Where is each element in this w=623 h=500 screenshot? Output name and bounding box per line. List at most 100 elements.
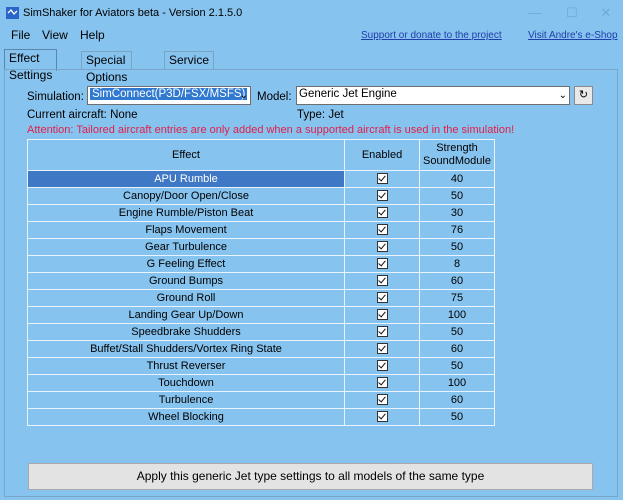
effect-name-cell[interactable]: Speedbrake Shudders	[27, 323, 345, 341]
effect-name-cell[interactable]: Ground Roll	[27, 289, 345, 307]
eshop-link[interactable]: Visit Andre's e-Shop	[528, 30, 618, 41]
enabled-checkbox[interactable]	[376, 326, 388, 337]
enabled-checkbox[interactable]	[376, 360, 388, 371]
menu-file[interactable]: File	[11, 28, 30, 42]
tab-effect-settings[interactable]: Effect Settings	[4, 49, 58, 82]
strength-cell[interactable]: 76	[419, 221, 495, 239]
close-button[interactable]: ✕	[591, 0, 621, 26]
enabled-checkbox[interactable]	[376, 258, 388, 269]
chevron-down-icon: ⌄	[558, 90, 567, 101]
strength-cell[interactable]: 60	[419, 340, 495, 358]
simulation-select[interactable]: SimConnect(P3D/FSX/MSFS) ⌄	[87, 86, 251, 105]
strength-cell[interactable]: 30	[419, 204, 495, 222]
table-row[interactable]: Buffet/Stall Shudders/Vortex Ring State 6…	[27, 340, 495, 358]
title-bar: SimShaker for Aviators beta - Version 2.…	[0, 0, 623, 26]
enabled-cell	[344, 340, 420, 358]
refresh-button[interactable]: ↻	[574, 86, 593, 105]
enabled-cell	[344, 374, 420, 392]
strength-cell[interactable]: 60	[419, 272, 495, 290]
effect-name-cell[interactable]: G Feeling Effect	[27, 255, 345, 273]
apply-to-all-button[interactable]: Apply this generic Jet type settings to …	[28, 463, 593, 490]
strength-cell[interactable]: 100	[419, 374, 495, 392]
strength-cell[interactable]: 50	[419, 408, 495, 426]
table-row[interactable]: Landing Gear Up/Down 100	[27, 306, 495, 324]
enabled-checkbox[interactable]	[376, 411, 388, 422]
strength-cell[interactable]: 50	[419, 187, 495, 205]
model-label: Model:	[257, 91, 292, 103]
strength-cell[interactable]: 50	[419, 238, 495, 256]
strength-cell[interactable]: 50	[419, 323, 495, 341]
enabled-checkbox[interactable]	[376, 173, 388, 184]
table-row[interactable]: Gear Turbulence 50	[27, 238, 495, 256]
menu-view[interactable]: View	[42, 28, 68, 42]
enabled-checkbox[interactable]	[376, 224, 388, 235]
enabled-cell	[344, 238, 420, 256]
effect-name-cell[interactable]: Thrust Reverser	[27, 357, 345, 375]
effects-table: Effect Enabled Strength SoundModule APU …	[27, 139, 495, 426]
strength-cell[interactable]: 75	[419, 289, 495, 307]
table-row[interactable]: Touchdown 100	[27, 374, 495, 392]
enabled-cell	[344, 204, 420, 222]
enabled-checkbox[interactable]	[376, 275, 388, 286]
table-row[interactable]: Ground Bumps 60	[27, 272, 495, 290]
strength-cell[interactable]: 50	[419, 357, 495, 375]
enabled-checkbox[interactable]	[376, 292, 388, 303]
simulation-value: SimConnect(P3D/FSX/MSFS)	[90, 88, 248, 100]
refresh-icon: ↻	[578, 89, 589, 101]
table-row[interactable]: Turbulence 60	[27, 391, 495, 409]
column-effect: Effect	[27, 139, 345, 171]
model-select[interactable]: Generic Jet Engine ⌄	[296, 86, 570, 105]
enabled-checkbox[interactable]	[376, 394, 388, 405]
effect-name-cell[interactable]: Engine Rumble/Piston Beat	[27, 204, 345, 222]
table-row[interactable]: Wheel Blocking 50	[27, 408, 495, 426]
effect-name-cell[interactable]: Gear Turbulence	[27, 238, 345, 256]
table-row[interactable]: Speedbrake Shudders 50	[27, 323, 495, 341]
column-strength-label: Strength SoundModule	[423, 142, 491, 167]
effect-name-cell[interactable]: Ground Bumps	[27, 272, 345, 290]
table-row[interactable]: Thrust Reverser 50	[27, 357, 495, 375]
effect-name-cell[interactable]: Landing Gear Up/Down	[27, 306, 345, 324]
enabled-checkbox[interactable]	[376, 190, 388, 201]
effect-name-cell[interactable]: Canopy/Door Open/Close	[27, 187, 345, 205]
enabled-cell	[344, 255, 420, 273]
table-row[interactable]: APU Rumble 40	[27, 170, 495, 188]
enabled-cell	[344, 391, 420, 409]
effect-name-cell[interactable]: Wheel Blocking	[27, 408, 345, 426]
strength-cell[interactable]: 100	[419, 306, 495, 324]
window-title: SimShaker for Aviators beta - Version 2.…	[23, 7, 243, 19]
enabled-cell	[344, 170, 420, 188]
tab-service[interactable]: Service	[164, 51, 215, 69]
table-header: Effect Enabled Strength SoundModule	[27, 139, 495, 171]
app-icon	[6, 7, 19, 19]
column-enabled: Enabled	[344, 139, 420, 171]
effect-name-cell[interactable]: Buffet/Stall Shudders/Vortex Ring State	[27, 340, 345, 358]
enabled-checkbox[interactable]	[376, 241, 388, 252]
strength-cell[interactable]: 8	[419, 255, 495, 273]
table-row[interactable]: Canopy/Door Open/Close 50	[27, 187, 495, 205]
effect-name-cell[interactable]: Touchdown	[27, 374, 345, 392]
maximize-button[interactable]: ☐	[557, 0, 587, 26]
enabled-cell	[344, 357, 420, 375]
support-link[interactable]: Support or donate to the project	[361, 30, 502, 41]
table-row[interactable]: Ground Roll 75	[27, 289, 495, 307]
effect-name-cell[interactable]: Turbulence	[27, 391, 345, 409]
attention-message: Attention: Tailored aircraft entries are…	[27, 124, 515, 136]
enabled-checkbox[interactable]	[376, 207, 388, 218]
menu-help[interactable]: Help	[80, 28, 105, 42]
enabled-checkbox[interactable]	[376, 343, 388, 354]
enabled-checkbox[interactable]	[376, 309, 388, 320]
enabled-checkbox[interactable]	[376, 377, 388, 388]
enabled-cell	[344, 323, 420, 341]
menu-bar: File View Help Support or donate to the …	[0, 27, 623, 45]
table-row[interactable]: G Feeling Effect 8	[27, 255, 495, 273]
table-row[interactable]: Flaps Movement 76	[27, 221, 495, 239]
effect-name-cell[interactable]: APU Rumble	[27, 170, 345, 188]
strength-cell[interactable]: 60	[419, 391, 495, 409]
strength-cell[interactable]: 40	[419, 170, 495, 188]
minimize-button[interactable]: —	[520, 0, 550, 26]
column-strength: Strength SoundModule	[419, 139, 495, 171]
table-row[interactable]: Engine Rumble/Piston Beat 30	[27, 204, 495, 222]
effect-name-cell[interactable]: Flaps Movement	[27, 221, 345, 239]
model-value: Generic Jet Engine	[299, 88, 397, 100]
tab-special-options[interactable]: Special Options	[81, 51, 133, 84]
